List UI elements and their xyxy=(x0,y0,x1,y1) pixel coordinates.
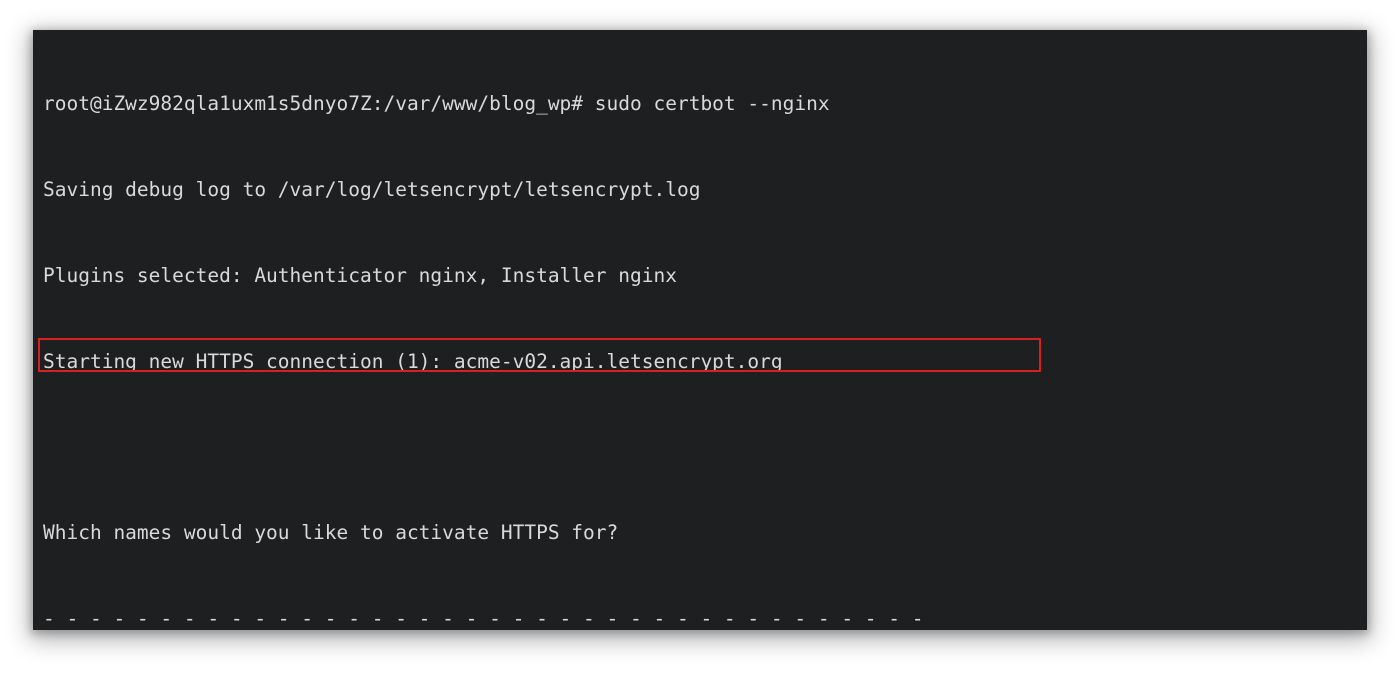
terminal-line-which-names-question: Which names would you like to activate H… xyxy=(43,521,619,545)
terminal-line-separator-top: - - - - - - - - - - - - - - - - - - - - … xyxy=(43,606,924,630)
terminal-line-prompt-command: root@iZwz982qla1uxm1s5dnyo7Z:/var/www/bl… xyxy=(43,92,830,116)
terminal-line-plugins-selected: Plugins selected: Authenticator nginx, I… xyxy=(43,263,677,287)
terminal-line-starting-connection: Starting new HTTPS connection (1): acme-… xyxy=(43,349,783,373)
page-root: root@iZwz982qla1uxm1s5dnyo7Z:/var/www/bl… xyxy=(0,0,1400,674)
terminal-line-saving-debug-log: Saving debug log to /var/log/letsencrypt… xyxy=(43,177,701,201)
terminal-output[interactable]: root@iZwz982qla1uxm1s5dnyo7Z:/var/www/bl… xyxy=(43,33,1367,630)
terminal-window[interactable]: root@iZwz982qla1uxm1s5dnyo7Z:/var/www/bl… xyxy=(33,30,1367,630)
